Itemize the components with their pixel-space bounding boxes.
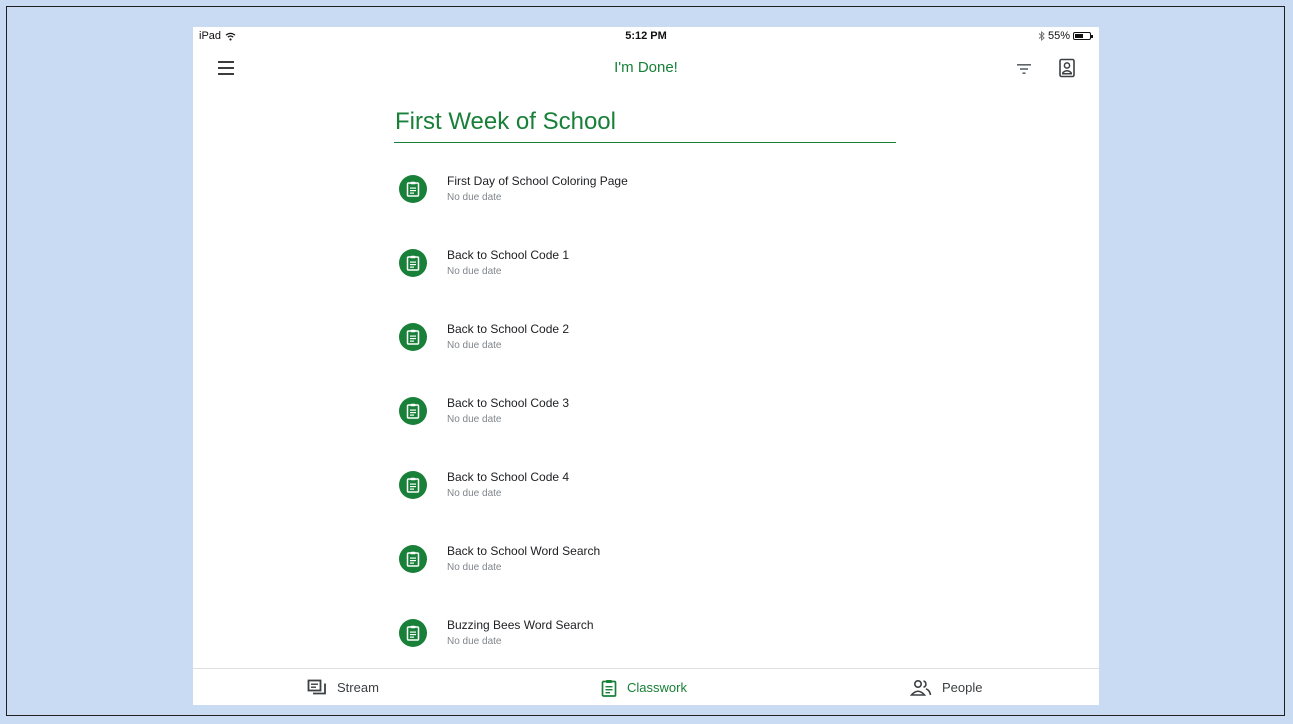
tab-label: People <box>942 680 983 695</box>
bottom-nav: Stream Classwork People <box>193 668 1099 705</box>
battery-percent: 55% <box>1047 30 1070 42</box>
tab-classwork[interactable]: Classwork <box>601 669 687 705</box>
assignment-icon <box>399 471 427 499</box>
app-bar: I'm Done! <box>193 49 1099 89</box>
assignment-item[interactable]: Back to School Code 1 No due date <box>399 247 999 321</box>
filter-icon[interactable] <box>1014 59 1034 79</box>
assignment-item[interactable]: Back to School Word Search No due date <box>399 543 999 617</box>
bluetooth-icon <box>1038 31 1045 41</box>
assignment-title: Buzzing Bees Word Search <box>447 618 594 632</box>
assignment-due: No due date <box>447 414 502 425</box>
assignment-due: No due date <box>447 192 502 203</box>
classwork-icon <box>601 679 617 697</box>
assignment-due: No due date <box>447 488 502 499</box>
tab-stream[interactable]: Stream <box>307 669 379 705</box>
topic-divider <box>394 142 896 143</box>
assignment-title: Back to School Word Search <box>447 544 601 558</box>
stream-icon <box>307 679 326 694</box>
assignment-icon <box>399 397 427 425</box>
assignment-due: No due date <box>447 340 502 351</box>
assignment-title: Back to School Code 4 <box>447 470 570 484</box>
assignment-item[interactable]: Back to School Code 2 No due date <box>399 321 999 395</box>
assignment-item[interactable]: Back to School Code 4 No due date <box>399 469 999 543</box>
status-time: 5:12 PM <box>625 30 667 42</box>
battery-level-fill <box>1075 34 1083 38</box>
assignment-icon <box>399 175 427 203</box>
tab-label: Stream <box>337 680 379 695</box>
status-bar: iPad 5:12 PM 55% <box>193 27 1099 47</box>
assignment-due: No due date <box>447 266 502 277</box>
assignment-title: Back to School Code 1 <box>447 248 570 262</box>
battery-icon <box>1073 32 1093 40</box>
assignment-icon <box>399 619 427 647</box>
assignment-icon <box>399 323 427 351</box>
class-title: I'm Done! <box>614 59 678 76</box>
assignment-item[interactable]: Back to School Code 3 No due date <box>399 395 999 469</box>
assignment-item[interactable]: First Day of School Coloring Page No due… <box>399 173 999 247</box>
class-profile-icon[interactable] <box>1057 57 1077 79</box>
assignment-due: No due date <box>447 636 502 647</box>
assignment-title: Back to School Code 3 <box>447 396 570 410</box>
tab-people[interactable]: People <box>910 669 982 705</box>
tab-label: Classwork <box>627 680 687 695</box>
assignment-list: First Day of School Coloring Page No due… <box>399 173 999 691</box>
topic-title: First Week of School <box>395 108 616 135</box>
assignment-icon <box>399 545 427 573</box>
assignment-title: Back to School Code 2 <box>447 322 570 336</box>
assignment-icon <box>399 249 427 277</box>
assignment-title: First Day of School Coloring Page <box>447 174 628 188</box>
assignment-due: No due date <box>447 562 502 573</box>
people-icon <box>910 679 932 696</box>
ipad-screen: iPad 5:12 PM 55% I'm Done! First Week of… <box>193 27 1099 705</box>
